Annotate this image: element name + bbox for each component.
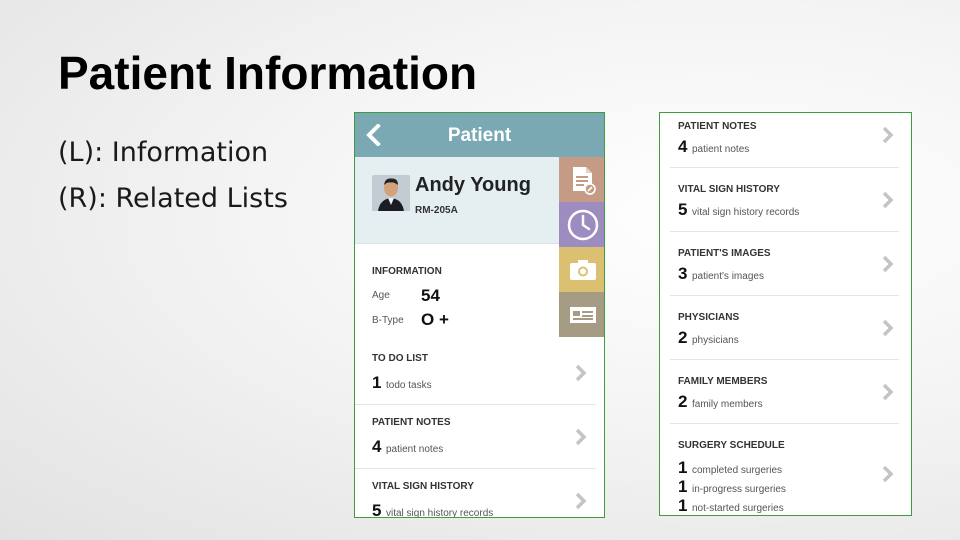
related-item-count: 3 xyxy=(678,264,688,283)
age-label: Age xyxy=(372,290,390,301)
camera-icon[interactable] xyxy=(559,247,604,292)
related-item-patient-notes[interactable]: PATIENT NOTES 4 patient notes xyxy=(670,113,899,168)
chevron-right-icon xyxy=(575,428,587,446)
related-item-surgery-schedule[interactable]: SURGERY SCHEDULE 1 completed surgeries 1… xyxy=(670,424,899,515)
surgery-desc-in-progress: in-progress surgeries xyxy=(692,484,786,495)
surgery-desc-not-started: not-started surgeries xyxy=(692,503,784,514)
related-item-heading: SURGERY SCHEDULE xyxy=(678,440,785,451)
related-item-count: 5 xyxy=(678,200,688,219)
related-item-vital-sign-history[interactable]: VITAL SIGN HISTORY 5 vital sign history … xyxy=(670,168,899,232)
avatar xyxy=(372,175,410,211)
related-item-heading: PHYSICIANS xyxy=(678,312,740,323)
chevron-right-icon xyxy=(882,319,894,337)
clock-icon[interactable] xyxy=(559,202,604,247)
chevron-right-icon xyxy=(575,492,587,510)
related-item-heading: FAMILY MEMBERS xyxy=(678,376,768,387)
related-item-count: 2 xyxy=(678,328,688,347)
patient-profile: Andy Young RM-205A xyxy=(355,157,559,243)
related-item-desc: family members xyxy=(692,399,763,410)
surgery-desc-completed: completed surgeries xyxy=(692,465,783,476)
related-item-desc: patient notes xyxy=(692,144,750,155)
blood-type-label: B-Type xyxy=(372,315,404,326)
app-header: Patient xyxy=(355,113,604,157)
related-item-heading: PATIENT NOTES xyxy=(678,121,757,132)
information-section: INFORMATION Age 54 B-Type O + xyxy=(355,243,559,341)
related-item-physicians[interactable]: PHYSICIANS 2 physicians xyxy=(670,296,899,360)
chevron-right-icon xyxy=(882,191,894,209)
related-item-heading: PATIENT'S IMAGES xyxy=(678,248,771,259)
patient-list: TO DO LIST 1 todo tasks PATIENT NOTES 4 … xyxy=(355,341,604,518)
list-item-desc: patient notes xyxy=(386,444,444,455)
list-item-heading: PATIENT NOTES xyxy=(372,417,451,428)
list-item-todo[interactable]: TO DO LIST 1 todo tasks xyxy=(355,341,596,405)
bullet-list: (L): Information (R): Related Lists xyxy=(58,130,288,222)
related-item-heading: VITAL SIGN HISTORY xyxy=(678,184,780,195)
patient-name: Andy Young xyxy=(415,174,531,196)
list-item-desc: todo tasks xyxy=(386,380,432,391)
list-item-count: 4 xyxy=(372,437,382,456)
related-item-patients-images[interactable]: PATIENT'S IMAGES 3 patient's images xyxy=(670,232,899,296)
list-item-count: 1 xyxy=(372,373,382,392)
chevron-right-icon xyxy=(575,364,587,382)
related-item-family-members[interactable]: FAMILY MEMBERS 2 family members xyxy=(670,360,899,424)
related-lists: PATIENT NOTES 4 patient notes VITAL SIGN… xyxy=(659,112,912,516)
patient-screen: Patient Andy Young RM-205A INFORMATION A… xyxy=(354,112,605,518)
blood-type-value: O + xyxy=(421,310,449,329)
slide-title: Patient Information xyxy=(58,47,478,99)
information-heading: INFORMATION xyxy=(372,266,442,277)
related-item-count: 2 xyxy=(678,392,688,411)
chevron-right-icon xyxy=(882,126,894,144)
id-card-icon[interactable] xyxy=(559,292,604,337)
chevron-right-icon xyxy=(882,383,894,401)
list-item-heading: TO DO LIST xyxy=(372,353,428,364)
list-item-desc: vital sign history records xyxy=(386,508,494,518)
header-title: Patient xyxy=(447,125,512,146)
related-item-desc: patient's images xyxy=(692,271,764,282)
list-item-vital-sign-history[interactable]: VITAL SIGN HISTORY 5 vital sign history … xyxy=(355,469,596,518)
related-item-count: 4 xyxy=(678,137,688,156)
list-item-count: 5 xyxy=(372,501,382,518)
chevron-right-icon xyxy=(882,255,894,273)
surgery-count-not-started: 1 xyxy=(678,496,688,515)
related-item-desc: physicians xyxy=(692,335,739,346)
bullet-item: (R): Related Lists xyxy=(58,183,288,214)
room-number: RM-205A xyxy=(415,205,458,216)
age-value: 54 xyxy=(421,286,440,305)
list-item-patient-notes[interactable]: PATIENT NOTES 4 patient notes xyxy=(355,405,596,469)
surgery-count-completed: 1 xyxy=(678,458,688,477)
document-icon[interactable] xyxy=(559,157,604,202)
bullet-item: (L): Information xyxy=(58,137,269,168)
surgery-count-in-progress: 1 xyxy=(678,477,688,496)
list-item-heading: VITAL SIGN HISTORY xyxy=(372,481,474,492)
chevron-right-icon xyxy=(882,465,894,483)
related-item-desc: vital sign history records xyxy=(692,207,800,218)
